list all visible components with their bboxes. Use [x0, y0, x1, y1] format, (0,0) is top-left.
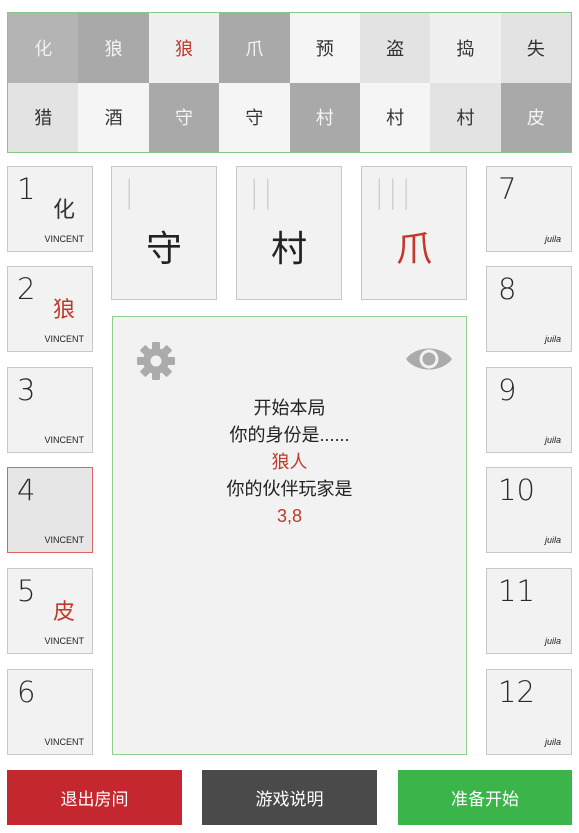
- role-pool-cell: 失: [500, 13, 571, 83]
- role-pool-cell: 狼: [148, 13, 220, 83]
- player-seat-12[interactable]: 12 juila: [486, 669, 572, 755]
- seat-number: 10: [498, 473, 535, 507]
- message-identity-line: 你的身份是......: [229, 425, 350, 445]
- role-pool-cell: 猎: [8, 82, 79, 152]
- center-card-2[interactable]: || 村: [236, 166, 342, 300]
- player-name: VINCENT: [44, 435, 84, 445]
- role-pool-cell: 预: [289, 13, 360, 83]
- player-seat-11[interactable]: 11 juila: [486, 568, 572, 654]
- player-seat-3[interactable]: 3 VINCENT: [7, 367, 93, 453]
- player-name: juila: [544, 636, 561, 646]
- role-pool-cell: 爪: [219, 13, 290, 83]
- center-card-role: 守: [145, 228, 182, 269]
- seat-number: 1: [17, 172, 36, 206]
- player-name: VINCENT: [44, 234, 84, 244]
- seat-number: 6: [17, 675, 36, 709]
- ready-button[interactable]: 准备开始: [398, 770, 572, 825]
- seat-number: 5: [17, 574, 36, 608]
- center-card-role: 爪: [395, 228, 432, 269]
- center-card-role: 村: [270, 228, 307, 269]
- seat-number: 12: [498, 675, 535, 709]
- message-role: 狼人: [271, 452, 308, 472]
- player-seat-1[interactable]: 1 化 VINCENT: [7, 166, 93, 252]
- player-name: juila: [544, 334, 561, 344]
- center-card-numeral: ||: [249, 174, 276, 210]
- player-seat-10[interactable]: 10 juila: [486, 467, 572, 553]
- seat-number: 8: [498, 272, 517, 306]
- player-name: VINCENT: [44, 636, 84, 646]
- role-pool-cell: 盗: [359, 13, 431, 83]
- player-seat-5[interactable]: 5 皮 VINCENT: [7, 568, 93, 654]
- role-pool-cell: 村: [359, 82, 431, 152]
- player-name: VINCENT: [44, 334, 84, 344]
- player-seat-9[interactable]: 9 juila: [486, 367, 572, 453]
- left-seat-column: 1 化 VINCENT 2 狼 VINCENT 3 VINCENT 4 VINC…: [7, 166, 93, 755]
- seat-role-tag: 化: [52, 197, 75, 222]
- seat-number: 11: [498, 574, 535, 608]
- role-pool-cell: 守: [148, 82, 220, 152]
- player-seat-7[interactable]: 7 juila: [486, 166, 572, 252]
- player-seat-8[interactable]: 8 juila: [486, 266, 572, 352]
- role-pool-cell: 皮: [500, 82, 571, 152]
- right-seat-column: 7 juila 8 juila 9 juila 10 juila 11 juil…: [486, 166, 572, 755]
- message-partners-line: 你的伙伴玩家是: [226, 479, 353, 499]
- center-card-numeral: |: [124, 174, 138, 210]
- player-name: juila: [544, 737, 561, 747]
- role-pool-cell: 村: [430, 82, 501, 152]
- seat-number: 7: [498, 172, 517, 206]
- player-name: juila: [544, 435, 561, 445]
- seat-role-tag: 狼: [52, 297, 75, 322]
- player-seat-6[interactable]: 6 VINCENT: [7, 669, 93, 755]
- game-rules-button[interactable]: 游戏说明: [202, 770, 377, 825]
- center-card-numeral: |||: [374, 174, 415, 210]
- role-pool-grid: 化 狼 狼 爪 预 盗 捣 失 猎 酒 守 守 村 村 村 皮: [7, 12, 572, 153]
- center-card-3[interactable]: ||| 爪: [361, 166, 467, 300]
- player-seat-2[interactable]: 2 狼 VINCENT: [7, 266, 93, 352]
- player-name: VINCENT: [44, 535, 84, 545]
- center-card-1[interactable]: | 守: [111, 166, 217, 300]
- seat-number: 2: [17, 272, 36, 306]
- role-pool-cell: 化: [8, 13, 79, 83]
- role-pool-cell: 村: [289, 82, 360, 152]
- eye-icon[interactable]: [405, 344, 453, 374]
- message-start-line: 开始本局: [253, 398, 326, 418]
- message-panel: 开始本局 你的身份是...... 狼人 你的伙伴玩家是 3,8: [112, 316, 467, 755]
- gear-icon[interactable]: [136, 341, 176, 381]
- role-pool-cell: 捣: [430, 13, 501, 83]
- player-name: juila: [544, 234, 561, 244]
- seat-number: 9: [498, 373, 517, 407]
- seat-role-tag: 皮: [52, 599, 75, 624]
- player-name: VINCENT: [44, 737, 84, 747]
- game-message: 开始本局 你的身份是...... 狼人 你的伙伴玩家是 3,8: [113, 395, 466, 530]
- seat-number: 3: [17, 373, 36, 407]
- exit-room-button[interactable]: 退出房间: [7, 770, 182, 825]
- role-pool-cell: 守: [219, 82, 290, 152]
- player-name: juila: [544, 535, 561, 545]
- role-pool-cell: 狼: [78, 13, 149, 83]
- message-partner-seats: 3,8: [276, 506, 303, 526]
- role-pool-cell: 酒: [78, 82, 149, 152]
- seat-number: 4: [17, 473, 36, 507]
- player-seat-4[interactable]: 4 VINCENT: [7, 467, 93, 553]
